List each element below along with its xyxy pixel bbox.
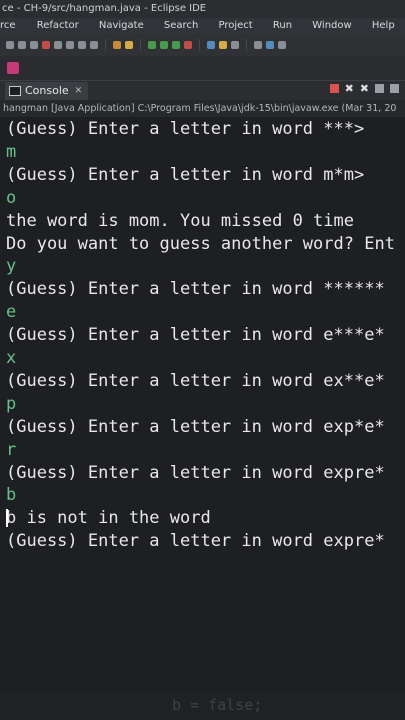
menu-item-project[interactable]: Project	[218, 18, 252, 34]
pin-console-icon[interactable]	[390, 84, 399, 93]
toolbar-back-icon[interactable]	[278, 41, 286, 49]
console-output-line: the word is mom. You missed 0 time	[6, 210, 354, 231]
window-title: ce - CH-9/src/hangman.java - Eclipse IDE	[0, 0, 405, 18]
console-actions: ✖ ✖	[329, 83, 399, 94]
toolbar-debug-run-icon[interactable]	[148, 41, 156, 49]
menu-item-help[interactable]: Help	[372, 18, 395, 34]
close-icon[interactable]: ✕	[75, 82, 83, 100]
console-output-line: Do you want to guess another word? Ent	[6, 233, 395, 254]
toolbar-external-tools-icon[interactable]	[184, 41, 192, 49]
text-cursor	[6, 509, 8, 528]
menu-item-navigate[interactable]: Navigate	[99, 18, 144, 34]
console-input-line: m	[6, 141, 17, 162]
toolbar-open-task-icon[interactable]	[219, 41, 227, 49]
toolbar-new-class-icon[interactable]	[125, 41, 133, 49]
tab-console[interactable]: Console ✕	[5, 82, 89, 100]
toolbar-annotation-icon[interactable]	[254, 41, 262, 49]
console-output-line: (Guess) Enter a letter in word m*m>	[6, 164, 365, 185]
main-toolbar	[0, 34, 405, 56]
console-output-line: (Guess) Enter a letter in word e***e*	[6, 325, 385, 346]
console-input-line: y	[6, 256, 17, 277]
menu-item-search[interactable]: Search	[164, 18, 198, 34]
console-input-line: x	[6, 348, 17, 368]
toolbar-separator	[105, 39, 106, 51]
menu-item-source[interactable]: rce	[0, 18, 16, 34]
toolbar-separator	[140, 39, 141, 51]
toolbar-step-over-icon[interactable]	[78, 41, 86, 49]
toolbar-run-icon[interactable]	[160, 41, 168, 49]
toolbar-separator	[199, 39, 200, 51]
console-icon	[9, 86, 21, 96]
console-output-line: (Guess) Enter a letter in word ***>	[6, 119, 365, 139]
menu-bar: rce Refactor Navigate Search Project Run…	[0, 18, 405, 34]
console-output[interactable]: (Guess) Enter a letter in word ***> m (Gue…	[0, 117, 405, 690]
menu-item-run[interactable]: Run	[273, 18, 292, 34]
minimize-view-icon[interactable]	[7, 62, 19, 74]
console-output-line: b is not in the word	[6, 508, 211, 529]
toolbar-resume-icon[interactable]	[18, 41, 26, 49]
tab-console-label: Console	[25, 84, 69, 97]
toolbar-edit-icon[interactable]	[266, 41, 274, 49]
toolbar-skip-breakpoints-icon[interactable]	[113, 41, 121, 49]
remove-launch-icon[interactable]: ✖	[345, 83, 354, 94]
launch-path: hangman [Java Application] C:\Program Fi…	[0, 100, 405, 117]
console-tab-bar: Console ✕ ✖ ✖	[0, 80, 405, 100]
editor-strip	[0, 56, 405, 80]
console-input-line: p	[6, 393, 17, 414]
console-output-line: (Guess) Enter a letter in word expre*	[6, 462, 385, 483]
menu-item-refactor[interactable]: Refactor	[37, 18, 79, 34]
scroll-lock-icon[interactable]	[375, 84, 384, 93]
toolbar-disconnect-icon[interactable]	[54, 41, 62, 49]
toolbar-search-icon[interactable]	[231, 41, 239, 49]
toolbar-open-type-icon[interactable]	[207, 41, 215, 49]
console-output-line: (Guess) Enter a letter in word ex**e*	[6, 370, 385, 391]
terminate-icon[interactable]	[329, 84, 339, 93]
console-output-line: (Guess) Enter a letter in word exp*e*	[6, 416, 385, 437]
toolbar-debug-icon[interactable]	[6, 41, 14, 49]
toolbar-coverage-icon[interactable]	[172, 41, 180, 49]
toolbar-step-return-icon[interactable]	[90, 41, 98, 49]
toolbar-terminate-icon[interactable]	[42, 41, 50, 49]
console-input-line: o	[6, 187, 17, 208]
console-input-line: b	[6, 485, 17, 506]
console-input-line: r	[6, 439, 17, 460]
console-output-line: (Guess) Enter a letter in word expre*	[6, 531, 385, 552]
console-output-line: (Guess) Enter a letter in word ******	[6, 279, 385, 300]
toolbar-separator	[246, 39, 247, 51]
background-code-text: b = false;	[172, 696, 263, 714]
console-input-line: e	[6, 302, 17, 323]
toolbar-step-into-icon[interactable]	[66, 41, 74, 49]
menu-item-window[interactable]: Window	[312, 18, 351, 34]
toolbar-suspend-icon[interactable]	[30, 41, 38, 49]
remove-all-terminated-icon[interactable]: ✖	[360, 83, 369, 94]
